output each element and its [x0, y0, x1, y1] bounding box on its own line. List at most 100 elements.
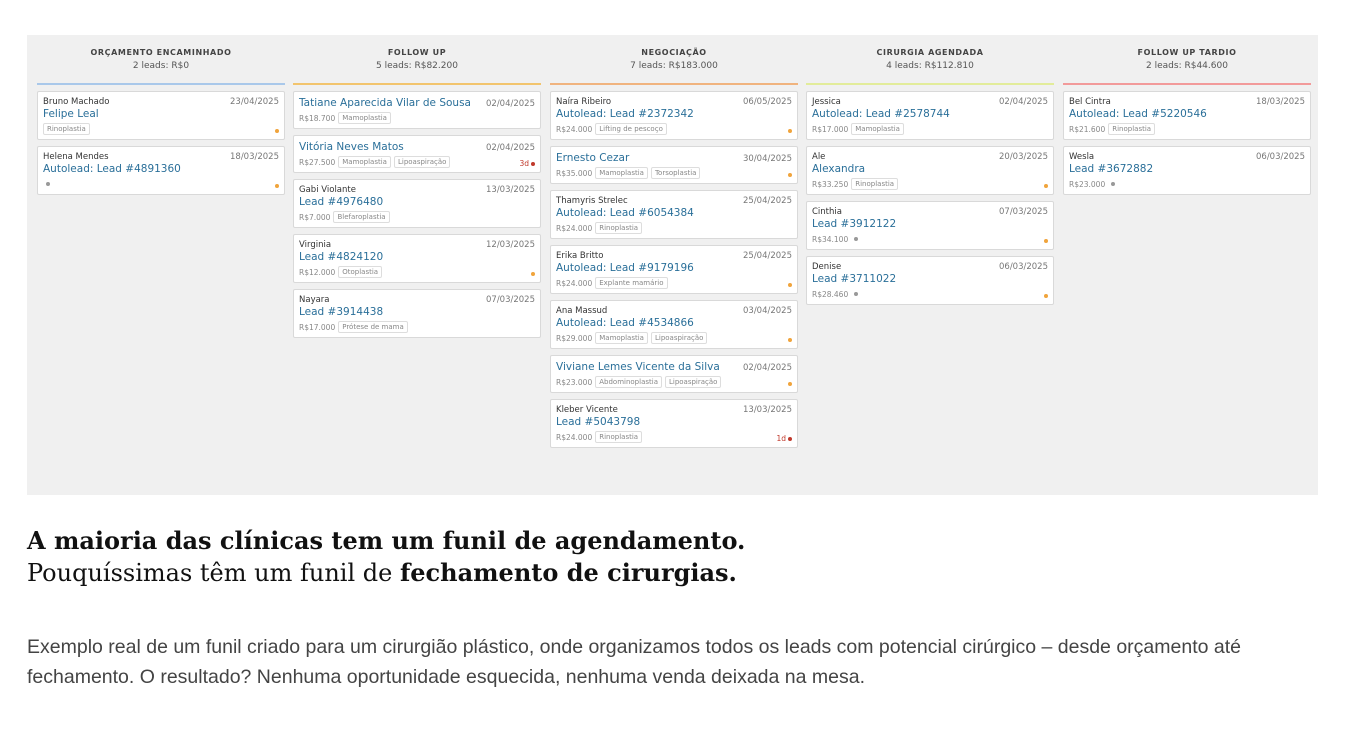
- card-header: Nayara 07/03/2025: [299, 295, 535, 306]
- status-dot-gray: [1111, 182, 1116, 186]
- card-header: Gabi Violante 13/03/2025: [299, 185, 535, 196]
- card-header: Kleber Vicente 13/03/2025: [556, 405, 792, 416]
- procedure-tag: Otoplastia: [338, 266, 383, 278]
- card-header: Viviane Lemes Vicente da Silva 02/04/2025: [556, 361, 792, 374]
- lead-card[interactable]: Cinthia 07/03/2025 Lead #3912122 R$34.100: [806, 201, 1054, 250]
- lead-card[interactable]: Gabi Violante 13/03/2025 Lead #4976480 R$7.…: [293, 179, 541, 228]
- card-date: 18/03/2025: [1256, 97, 1305, 107]
- headline-line1: A maioria das clínicas tem um funil de a…: [27, 526, 746, 555]
- card-date: 03/04/2025: [743, 306, 792, 316]
- lead-title-link[interactable]: Autolead: Lead #2372342: [556, 108, 792, 121]
- lead-value: R$24.000: [556, 432, 593, 442]
- lead-title-link[interactable]: Tatiane Aparecida Vilar de Sousa: [299, 97, 471, 110]
- card-header: Tatiane Aparecida Vilar de Sousa 02/04/20…: [299, 97, 535, 110]
- lead-value: R$17.000: [812, 124, 849, 134]
- headline-line2-plain: Pouquíssimas têm um funil de: [27, 559, 400, 587]
- lead-title-link[interactable]: Autolead: Lead #2578744: [812, 108, 1048, 121]
- lead-card[interactable]: Kleber Vicente 13/03/2025 Lead #5043798 R$2…: [550, 399, 798, 448]
- description-paragraph: Exemplo real de um funil criado para um …: [27, 636, 1241, 688]
- card-header: Helena Mendes 18/03/2025: [43, 152, 279, 163]
- status-dot-orange: [1044, 184, 1048, 188]
- lead-title-link[interactable]: Lead #3672882: [1069, 163, 1305, 176]
- column-follow-up-tardio: FOLLOW UP TARDIO 2 leads: R$44.600 Bel C…: [1063, 35, 1311, 201]
- lead-title-link[interactable]: Alexandra: [812, 163, 1048, 176]
- card-footer: R$17.000 Mamoplastia: [812, 123, 1048, 135]
- procedure-tag: Mamoplastia: [595, 167, 648, 179]
- lead-card[interactable]: Bruno Machado 23/04/2025 Felipe Leal Rinopl…: [37, 91, 285, 140]
- contact-name: Cinthia: [812, 207, 842, 217]
- lead-card[interactable]: Bel Cintra 18/03/2025 Autolead: Lead #5220…: [1063, 91, 1311, 140]
- status-dot-red: [531, 161, 535, 166]
- status-dot-orange: [275, 129, 279, 133]
- card-footer: R$17.000 Prótese de mama: [299, 321, 535, 333]
- lead-value: R$33.250: [812, 179, 849, 189]
- card-date: 06/05/2025: [743, 97, 792, 107]
- card-footer: R$34.100: [812, 233, 1048, 245]
- lead-card[interactable]: Naíra Ribeiro 06/05/2025 Autolead: Lead #2…: [550, 91, 798, 140]
- card-header: Vitória Neves Matos 02/04/2025: [299, 141, 535, 154]
- lead-title-link[interactable]: Lead #3912122: [812, 218, 1048, 231]
- lead-card[interactable]: Denise 06/03/2025 Lead #3711022 R$28.460: [806, 256, 1054, 305]
- lead-card[interactable]: Helena Mendes 18/03/2025 Autolead: Lead #4…: [37, 146, 285, 195]
- lead-title-link[interactable]: Autolead: Lead #6054384: [556, 207, 792, 220]
- card-footer: R$29.000 Mamoplastia Lipoaspiração: [556, 332, 792, 344]
- lead-value: R$7.000: [299, 212, 331, 222]
- lead-value: R$34.100: [812, 234, 849, 244]
- status-dot-red: [788, 436, 792, 441]
- procedure-tag: Rinoplastia: [595, 222, 643, 234]
- lead-card[interactable]: Ana Massud 03/04/2025 Autolead: Lead #4534…: [550, 300, 798, 349]
- card-date: 13/03/2025: [486, 185, 535, 195]
- lead-title-link[interactable]: Lead #4824120: [299, 251, 535, 264]
- lead-title-link[interactable]: Lead #4976480: [299, 196, 535, 209]
- card-footer: R$24.000 Rinoplastia: [556, 222, 792, 234]
- contact-name: Denise: [812, 262, 842, 272]
- lead-card[interactable]: Jessica 02/04/2025 Autolead: Lead #2578744…: [806, 91, 1054, 140]
- card-footer: R$23.000: [1069, 178, 1305, 190]
- lead-card[interactable]: Vitória Neves Matos 02/04/2025 R$27.500 Mam…: [293, 135, 541, 173]
- lead-title-link[interactable]: Lead #3914438: [299, 306, 535, 319]
- lead-title-link[interactable]: Ernesto Cezar: [556, 152, 629, 165]
- lead-card[interactable]: Ernesto Cezar 30/04/2025 R$35.000 Mamoplast…: [550, 146, 798, 184]
- lead-title-link[interactable]: Lead #3711022: [812, 273, 1048, 286]
- procedure-tag: Mamoplastia: [338, 112, 391, 124]
- lead-value: R$21.600: [1069, 124, 1106, 134]
- lead-card[interactable]: Wesla 06/03/2025 Lead #3672882 R$23.000: [1063, 146, 1311, 195]
- lead-value: R$24.000: [556, 278, 593, 288]
- status-dot-gray: [854, 237, 859, 241]
- column-title: CIRURGIA AGENDADA: [876, 48, 984, 57]
- contact-name: Wesla: [1069, 152, 1095, 162]
- contact-name: Naíra Ribeiro: [556, 97, 612, 107]
- procedure-tag: Torsoplastia: [650, 167, 701, 179]
- lead-card[interactable]: Nayara 07/03/2025 Lead #3914438 R$17.000 Pró…: [293, 289, 541, 338]
- card-date: 06/03/2025: [1256, 152, 1305, 162]
- lead-card[interactable]: Virginia 12/03/2025 Lead #4824120 R$12.000 O…: [293, 234, 541, 283]
- lead-title-link[interactable]: Viviane Lemes Vicente da Silva: [556, 361, 720, 374]
- card-date: 25/04/2025: [743, 251, 792, 261]
- lead-title-link[interactable]: Autolead: Lead #4891360: [43, 163, 279, 176]
- card-footer: R$35.000 Mamoplastia Torsoplastia: [556, 167, 792, 179]
- card-header: Wesla 06/03/2025: [1069, 152, 1305, 163]
- contact-name: Bruno Machado: [43, 97, 110, 107]
- lead-title-link[interactable]: Autolead: Lead #4534866: [556, 317, 792, 330]
- card-footer: R$24.000 Rinoplastia: [556, 431, 792, 443]
- lead-title-link[interactable]: Vitória Neves Matos: [299, 141, 404, 154]
- status-dot-orange: [788, 283, 792, 287]
- contact-name: Ale: [812, 152, 826, 162]
- lead-title-link[interactable]: Autolead: Lead #5220546: [1069, 108, 1305, 121]
- procedure-tag: Rinoplastia: [43, 123, 90, 135]
- lead-card[interactable]: Erika Britto 25/04/2025 Autolead: Lead #91…: [550, 245, 798, 294]
- lead-card[interactable]: Tatiane Aparecida Vilar de Sousa 02/04/20…: [293, 91, 541, 129]
- lead-card[interactable]: Ale 20/03/2025 Alexandra R$33.250 Rinoplasti…: [806, 146, 1054, 195]
- lead-title-link[interactable]: Felipe Leal: [43, 108, 279, 121]
- procedure-tag: Rinoplastia: [851, 178, 899, 190]
- lead-title-link[interactable]: Autolead: Lead #9179196: [556, 262, 792, 275]
- lead-card[interactable]: Thamyris Strelec 25/04/2025 Autolead: Lead…: [550, 190, 798, 239]
- column-orcamento-encaminhado: ORÇAMENTO ENCAMINHADO 2 leads: R$0 Bruno…: [37, 35, 285, 201]
- card-date: 13/03/2025: [743, 405, 792, 415]
- card-footer: R$33.250 Rinoplastia: [812, 178, 1048, 190]
- lead-title-link[interactable]: Lead #5043798: [556, 416, 792, 429]
- status-dot-orange: [275, 184, 279, 188]
- lead-value: R$27.500: [299, 157, 336, 167]
- lead-card[interactable]: Viviane Lemes Vicente da Silva 02/04/2025…: [550, 355, 798, 393]
- overdue-days: 3d: [519, 159, 529, 168]
